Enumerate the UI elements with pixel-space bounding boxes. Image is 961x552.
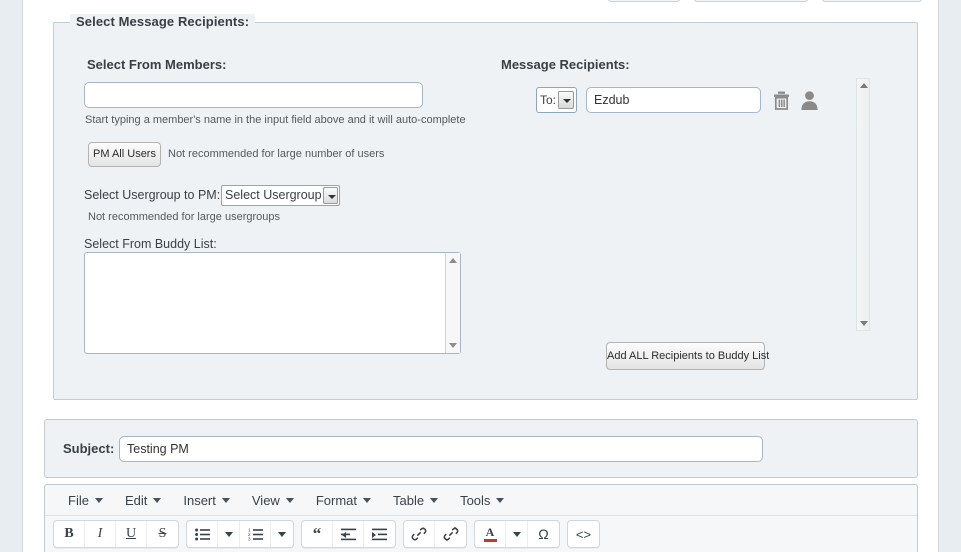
triangle-down-icon[interactable] <box>860 321 868 326</box>
partial-button-3[interactable] <box>822 0 922 2</box>
editor-menu-label: Insert <box>183 492 216 508</box>
subject-label: Subject: <box>63 441 115 456</box>
chevron-down-icon <box>496 497 505 503</box>
chevron-down-icon <box>430 497 439 503</box>
text-color-icon[interactable]: A <box>475 521 506 547</box>
numbered-list-icon[interactable]: 123 <box>240 521 271 547</box>
page-root: Select Message Recipients: Select From M… <box>0 0 961 552</box>
indent-icon[interactable] <box>364 521 395 547</box>
chevron-down-icon <box>278 531 286 537</box>
triangle-down-icon[interactable] <box>449 343 457 348</box>
editor-menu-label: Tools <box>460 492 491 508</box>
editor-toolbar: B I U S 1 2 3 “ A Ω <> <box>45 516 917 552</box>
text-color-dropdown[interactable] <box>506 521 528 547</box>
member-search-input[interactable] <box>84 82 423 108</box>
chevron-down-icon <box>94 497 103 503</box>
editor-menu-label: Format <box>315 492 357 508</box>
fieldset-legend: Select Message Recipients: <box>70 14 256 29</box>
chevron-down-icon <box>153 497 162 503</box>
toolbar-group-0: BIUS <box>53 520 179 548</box>
editor-menu-label: Edit <box>124 492 148 508</box>
chevron-down-icon[interactable] <box>558 91 574 109</box>
triangle-up-icon[interactable] <box>860 83 868 88</box>
recipient-type-value: To: <box>540 93 557 107</box>
editor-menu-label: Table <box>393 492 425 508</box>
subject-input[interactable] <box>119 436 763 462</box>
editor-menu-table[interactable]: Table <box>382 488 449 512</box>
chevron-down-icon <box>512 531 521 537</box>
toolbar-group-2: “ <box>301 520 396 548</box>
recipients-panel-scrollbar[interactable] <box>856 78 870 331</box>
blockquote-icon[interactable]: “ <box>302 521 333 547</box>
buddy-list-box[interactable] <box>84 252 461 354</box>
unlink-icon[interactable] <box>435 521 466 547</box>
editor-menu-label: View <box>251 492 280 508</box>
usergroup-hint: Not recommended for large usergroups <box>88 211 280 223</box>
editor-menu-view[interactable]: View <box>241 488 305 512</box>
recipient-name-input[interactable] <box>586 87 761 113</box>
pm-all-users-button[interactable]: PM All Users <box>88 142 161 167</box>
toolbar-group-5: <> <box>567 520 600 548</box>
buddy-list-scrollbar[interactable] <box>445 253 460 353</box>
editor-menu-insert[interactable]: Insert <box>172 488 241 512</box>
toolbar-group-4: AΩ <box>474 520 560 548</box>
link-icon[interactable] <box>404 521 435 547</box>
editor-menu-label: File <box>68 492 89 508</box>
editor-menu-edit[interactable]: Edit <box>114 488 172 512</box>
subject-panel: Subject: <box>44 419 918 478</box>
toolbar-group-3 <box>403 520 467 548</box>
svg-text:3: 3 <box>248 536 251 540</box>
chevron-down-icon <box>363 497 371 503</box>
triangle-up-icon[interactable] <box>449 258 457 263</box>
outdent-icon[interactable] <box>333 521 364 547</box>
autocomplete-hint: Start typing a member's name in the inpu… <box>85 114 466 126</box>
select-from-members-heading: Select From Members: <box>87 57 227 72</box>
chevron-down-icon[interactable] <box>323 187 338 204</box>
bullet-list-icon[interactable] <box>187 521 218 547</box>
editor-menu-file[interactable]: File <box>57 488 114 512</box>
user-icon[interactable] <box>797 87 821 113</box>
chevron-down-icon <box>285 497 294 503</box>
source-code-icon[interactable]: <> <box>568 521 599 547</box>
italic-icon[interactable]: I <box>85 521 116 547</box>
chevron-down-icon <box>221 497 230 503</box>
select-usergroup-label: Select Usergroup to PM: <box>84 188 221 202</box>
message-recipients-heading: Message Recipients: <box>501 57 630 72</box>
partial-button-2[interactable] <box>694 0 808 2</box>
page-right-rail <box>938 0 939 552</box>
chevron-down-icon <box>224 531 233 537</box>
editor-menubar: File Edit Insert View Format Table Tools <box>45 485 917 516</box>
buddy-list-label: Select From Buddy List: <box>84 237 217 251</box>
usergroup-select[interactable]: Select Usergroup <box>221 185 340 206</box>
trash-icon[interactable] <box>769 87 793 113</box>
strikethrough-icon[interactable]: S <box>147 521 178 547</box>
numbered-list-dropdown[interactable] <box>271 521 293 547</box>
toolbar-group-1: 123 <box>186 520 294 548</box>
recipient-type-select[interactable]: To: <box>536 87 577 113</box>
rich-text-editor: File Edit Insert View Format Table Tools BIUS 1… <box>44 484 918 552</box>
partial-button-1[interactable] <box>608 0 680 2</box>
bullet-list-dropdown[interactable] <box>218 521 240 547</box>
pm-all-users-hint: Not recommended for large number of user… <box>168 148 385 160</box>
add-all-recipients-to-buddy-list-button[interactable]: Add ALL Recipients to Buddy List <box>606 342 769 370</box>
underline-icon[interactable]: U <box>116 521 147 547</box>
usergroup-select-value: Select Usergroup <box>225 188 322 202</box>
editor-menu-format[interactable]: Format <box>305 488 382 512</box>
bold-icon[interactable]: B <box>54 521 85 547</box>
special-character-icon[interactable]: Ω <box>528 521 559 547</box>
editor-menu-tools[interactable]: Tools <box>449 488 515 512</box>
